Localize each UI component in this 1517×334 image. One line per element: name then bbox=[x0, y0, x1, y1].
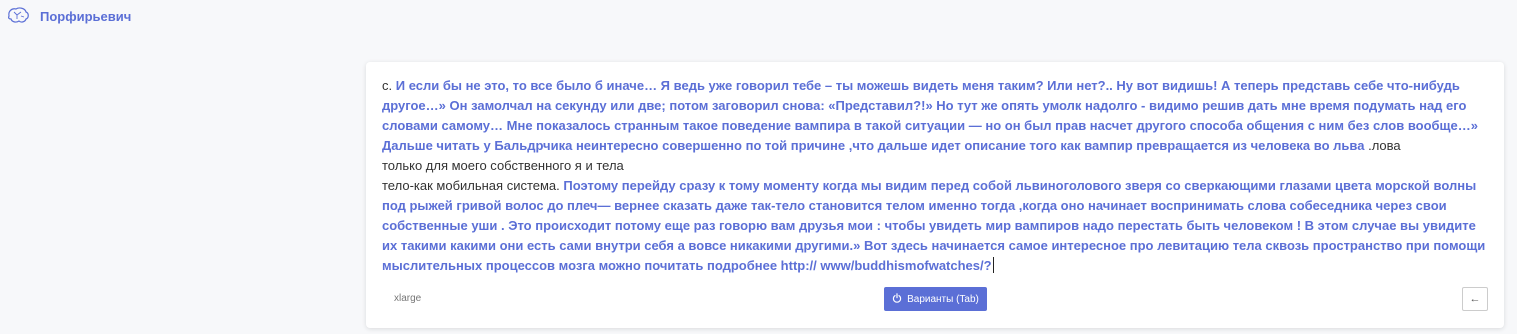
text-caret bbox=[992, 257, 994, 273]
app-title[interactable]: Порфирьевич bbox=[40, 9, 131, 24]
generated-text: И если бы не это, то все было б иначе… Я… bbox=[382, 78, 1482, 153]
variants-button[interactable]: Варианты (Tab) bbox=[884, 287, 987, 311]
arrow-left-icon: ← bbox=[1469, 293, 1481, 305]
power-icon bbox=[892, 292, 902, 306]
user-text: с. bbox=[382, 78, 396, 93]
app-header: Порфирьевич bbox=[6, 6, 131, 26]
model-label: xlarge bbox=[394, 293, 422, 304]
brain-icon bbox=[6, 6, 30, 26]
editor-card: с. И если бы не это, то все было б иначе… bbox=[366, 62, 1504, 328]
variants-label: Варианты (Tab) bbox=[907, 293, 979, 305]
undo-button[interactable]: ← bbox=[1462, 287, 1488, 311]
text-editor[interactable]: с. И если бы не это, то все было б иначе… bbox=[382, 76, 1488, 276]
